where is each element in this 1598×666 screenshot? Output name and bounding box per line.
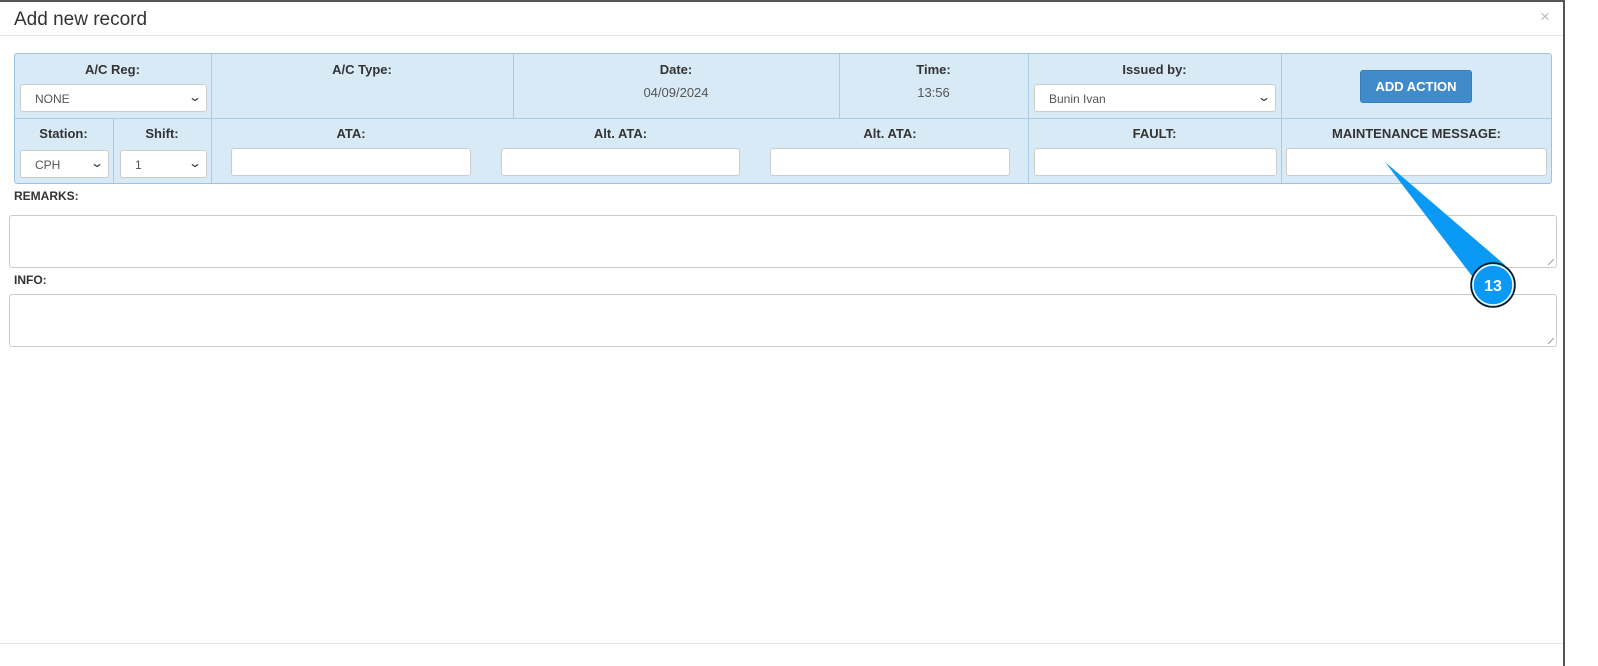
callout-pointer xyxy=(1385,162,1505,280)
callout-annotation: 13 xyxy=(1385,162,1516,308)
callout-number: 13 xyxy=(1484,278,1502,295)
